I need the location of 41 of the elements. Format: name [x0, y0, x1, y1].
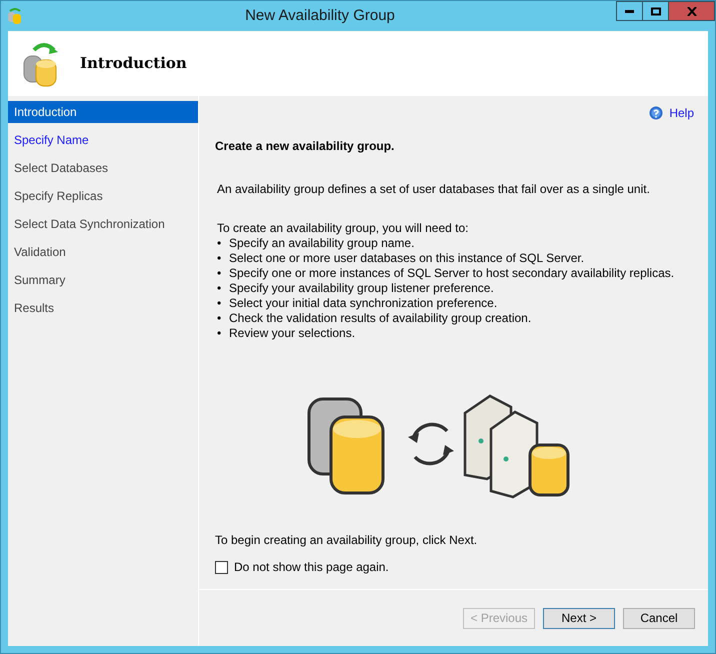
bullet: •	[216, 311, 222, 326]
maximize-icon	[650, 6, 660, 16]
help-link[interactable]: Help	[649, 104, 694, 122]
maximize-button[interactable]	[642, 1, 669, 21]
wizard-button[interactable]: Cancel	[623, 608, 695, 628]
step-text: Select your initial data synchronization preference.	[229, 296, 498, 310]
sidebar-item[interactable]: Select Databases	[8, 157, 198, 179]
step-text: Review your selections.	[229, 326, 356, 340]
section-heading: Create a new availability group.	[215, 138, 396, 155]
bullet: •	[216, 281, 222, 296]
close-icon	[686, 6, 696, 16]
window-title: New Availability Group	[245, 6, 395, 24]
close-button[interactable]	[668, 1, 715, 21]
sidebar-item[interactable]: Validation	[8, 241, 198, 263]
sidebar-item[interactable]: Specify Name	[8, 129, 198, 151]
step-text: Specify your availability group listener preference.	[229, 281, 494, 295]
sidebar-item[interactable]: Results	[8, 297, 198, 319]
page-title: Introduction	[80, 53, 187, 74]
minimize-button[interactable]	[616, 1, 643, 21]
instruction-text: To begin creating an availability group, click Next.	[215, 532, 478, 549]
sidebar-item[interactable]: Summary	[8, 269, 198, 291]
step-text: Select one or more user databases on this instance of SQL Server.	[229, 251, 584, 265]
bullet: •	[216, 266, 222, 281]
steps-intro: To create an availability group, you will need to:	[217, 221, 470, 236]
bullet: •	[216, 251, 222, 266]
step-text: Check the validation results of availability group creation.	[229, 311, 532, 325]
step-text: Specify one or more instances of SQL Server to host secondary availability replicas.	[229, 266, 674, 280]
bullet: •	[216, 236, 222, 251]
app-icon	[7, 7, 23, 25]
description-text: An availability group defines a set of user databases that fail over as a single unit.	[217, 181, 651, 198]
sidebar-item[interactable]: Introduction	[8, 101, 198, 123]
sidebar-item[interactable]: Select Data Synchronization	[8, 213, 198, 235]
help-icon	[649, 106, 664, 120]
bullet: •	[216, 296, 222, 311]
dont-show-checkbox[interactable]: Do not show this page again.	[215, 558, 389, 576]
bullet: •	[216, 326, 222, 341]
step-text: Specify an availability group name.	[229, 236, 414, 250]
checkbox[interactable]	[215, 560, 228, 574]
sidebar-item[interactable]: Specify Replicas	[8, 185, 198, 207]
minimize-icon	[625, 10, 634, 12]
wizard-button[interactable]: Next >	[543, 608, 615, 628]
